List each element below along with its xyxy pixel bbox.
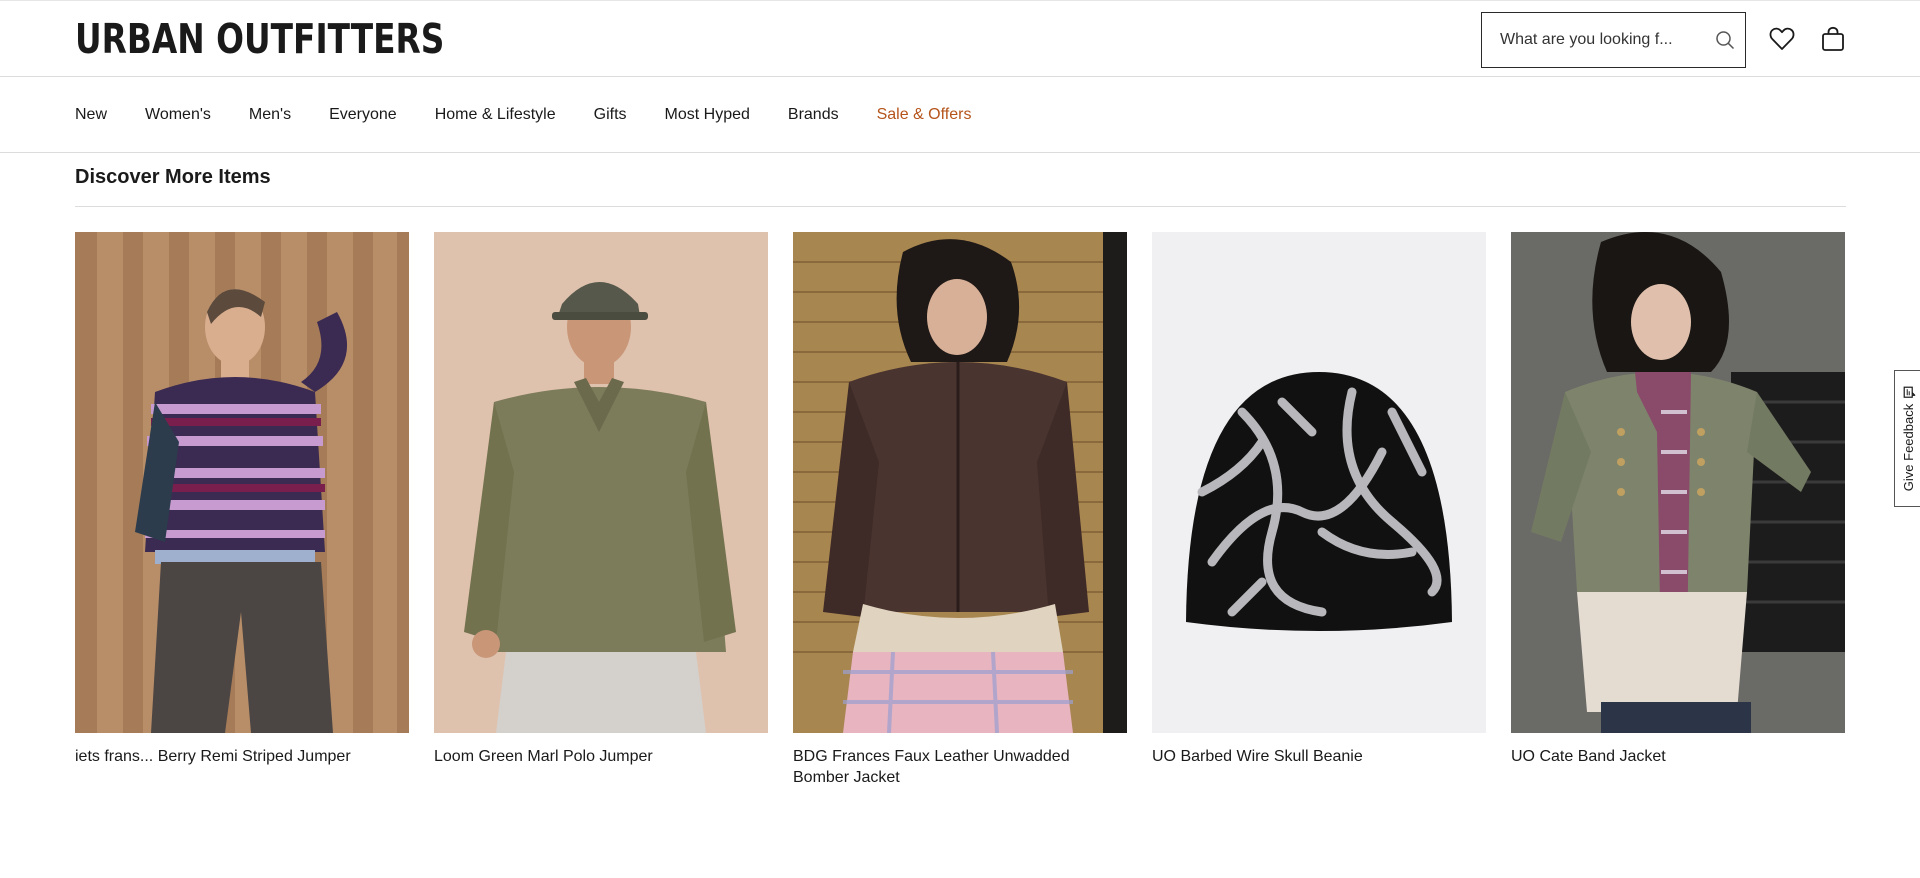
search-box[interactable] <box>1481 12 1746 68</box>
section-divider <box>75 206 1846 207</box>
site-header: URBAN OUTFITTERS <box>0 0 1920 77</box>
nav-item-home-lifestyle[interactable]: Home & Lifestyle <box>435 106 556 124</box>
shopping-bag-icon[interactable] <box>1817 23 1849 55</box>
product-image[interactable] <box>75 232 409 733</box>
product-image[interactable] <box>1511 232 1845 733</box>
site-logo[interactable]: URBAN OUTFITTERS <box>75 15 444 63</box>
nav-item-new[interactable]: New <box>75 106 107 124</box>
comment-icon <box>1902 386 1915 398</box>
product-name[interactable]: BDG Frances Faux Leather Unwadded Bomber… <box>793 746 1127 788</box>
nav-list: New Women's Men's Everyone Home & Lifest… <box>75 77 1009 153</box>
product-name[interactable]: Loom Green Marl Polo Jumper <box>434 746 768 767</box>
nav-item-brands[interactable]: Brands <box>788 106 839 124</box>
page: URBAN OUTFITTERS New Wome <box>0 0 1920 878</box>
heart-icon[interactable] <box>1766 23 1798 55</box>
product-card[interactable]: Loom Green Marl Polo Jumper <box>434 232 768 767</box>
product-card[interactable]: UO Barbed Wire Skull Beanie <box>1152 232 1486 767</box>
product-image[interactable] <box>793 232 1127 733</box>
section-title: Discover More Items <box>75 166 271 188</box>
nav-item-sale-offers[interactable]: Sale & Offers <box>877 106 972 124</box>
product-card[interactable]: BDG Frances Faux Leather Unwadded Bomber… <box>793 232 1127 788</box>
product-name[interactable]: UO Cate Band Jacket <box>1511 746 1845 767</box>
product-name[interactable]: UO Barbed Wire Skull Beanie <box>1152 746 1486 767</box>
product-image[interactable] <box>1152 232 1486 733</box>
product-card[interactable]: UO Cate Band Jacket <box>1511 232 1845 767</box>
nav-item-mens[interactable]: Men's <box>249 106 291 124</box>
search-icon[interactable] <box>1715 29 1735 51</box>
give-feedback-label: Give Feedback <box>1901 403 1916 492</box>
main-nav: New Women's Men's Everyone Home & Lifest… <box>0 77 1920 153</box>
nav-item-gifts[interactable]: Gifts <box>594 106 627 124</box>
nav-item-most-hyped[interactable]: Most Hyped <box>665 106 750 124</box>
product-image[interactable] <box>434 232 768 733</box>
search-input[interactable] <box>1500 31 1707 49</box>
nav-item-womens[interactable]: Women's <box>145 106 211 124</box>
product-card[interactable]: iets frans... Berry Remi Striped Jumper <box>75 232 409 767</box>
product-name[interactable]: iets frans... Berry Remi Striped Jumper <box>75 746 409 767</box>
nav-item-everyone[interactable]: Everyone <box>329 106 397 124</box>
give-feedback-tab[interactable]: Give Feedback <box>1894 370 1920 507</box>
